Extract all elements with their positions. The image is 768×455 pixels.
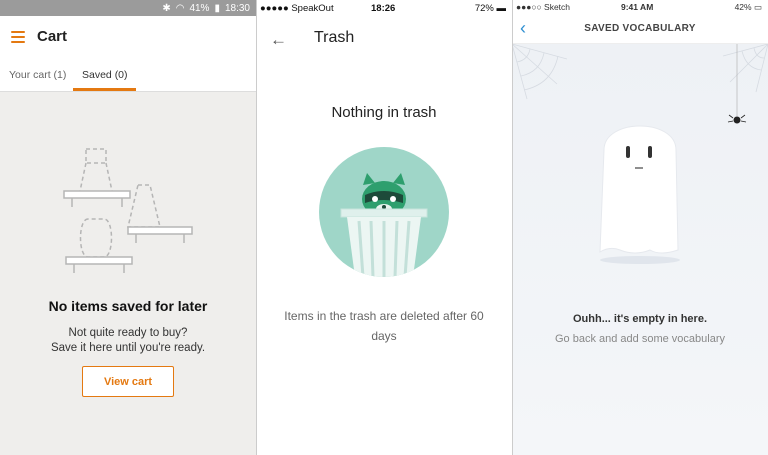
- status-time: 9:41 AM: [621, 2, 654, 12]
- panel-divider: [512, 0, 513, 455]
- battery-indicator: 42% ▭: [735, 2, 762, 13]
- empty-state-message: Items in the trash are deleted after 60 …: [284, 309, 484, 343]
- app-header: Cart: [0, 16, 256, 60]
- panel-divider: [256, 0, 257, 455]
- page-title: Cart: [37, 28, 68, 45]
- battery-percent: 72%: [474, 3, 494, 14]
- empty-state-message: Not quite ready to buy? Save it here unt…: [0, 326, 256, 356]
- status-bar: ✱ ◠ 41% ▮ 18:30: [0, 0, 256, 16]
- spider-icon: [727, 44, 747, 124]
- tab-your-cart[interactable]: Your cart (1): [9, 69, 66, 81]
- empty-state-area: Ouhh... it's empty in here. Go back and …: [512, 44, 768, 455]
- status-bar: ●●●○○ Sketch 9:41 AM 42% ▭: [512, 0, 768, 14]
- empty-state-title: Ouhh... it's empty in here.: [572, 313, 708, 325]
- back-arrow-icon[interactable]: ←: [270, 30, 287, 50]
- vocabulary-screen: ●●●○○ Sketch 9:41 AM 42% ▭ ‹ SAVED VOCAB…: [512, 0, 768, 455]
- raccoon-trash-illustration: [319, 147, 449, 277]
- battery-percent: 42%: [734, 2, 752, 12]
- bluetooth-icon: ✱: [162, 2, 171, 14]
- carrier-label: ●●●●● SpeakOut: [260, 3, 334, 14]
- cart-tabs: Your cart (1) Saved (0): [0, 60, 256, 92]
- empty-state-line-1: Not quite ready to buy?: [68, 327, 188, 339]
- ghost-illustration: [599, 125, 680, 264]
- menu-icon[interactable]: [11, 31, 25, 43]
- cart-screen: ✱ ◠ 41% ▮ 18:30 Cart Your cart (1) Saved…: [0, 0, 256, 455]
- spider-web-left-icon: [512, 44, 568, 100]
- battery-icon: ▮: [214, 2, 220, 14]
- battery-indicator: 72% ▬: [475, 3, 506, 14]
- carrier-label: ●●●○○ Sketch: [516, 2, 571, 12]
- empty-state-title: No items saved for later: [48, 298, 208, 314]
- status-time: 18:26: [371, 3, 396, 14]
- battery-percent: 41%: [189, 2, 210, 14]
- empty-shelves-illustration: [63, 148, 193, 273]
- trash-screen: ●●●●● SpeakOut 18:26 72% ▬ ← Trash Nothi…: [256, 0, 512, 455]
- battery-icon: ▬: [496, 3, 507, 14]
- wifi-icon: ◠: [175, 2, 185, 14]
- view-cart-button[interactable]: View cart: [82, 366, 174, 397]
- empty-state-line-2: Save it here until you're ready.: [50, 342, 206, 354]
- app-header: ‹ SAVED VOCABULARY: [512, 14, 768, 44]
- active-tab-indicator: [73, 88, 136, 91]
- empty-state-message: Go back and add some vocabulary: [555, 333, 725, 345]
- status-time: 18:30: [224, 2, 250, 14]
- battery-icon: ▭: [753, 2, 762, 12]
- page-title: Trash: [314, 29, 355, 46]
- tab-saved[interactable]: Saved (0): [82, 69, 128, 81]
- status-bar: ●●●●● SpeakOut 18:26 72% ▬: [256, 0, 512, 16]
- empty-state-title: Nothing in trash: [331, 104, 437, 121]
- page-title: SAVED VOCABULARY: [584, 23, 696, 34]
